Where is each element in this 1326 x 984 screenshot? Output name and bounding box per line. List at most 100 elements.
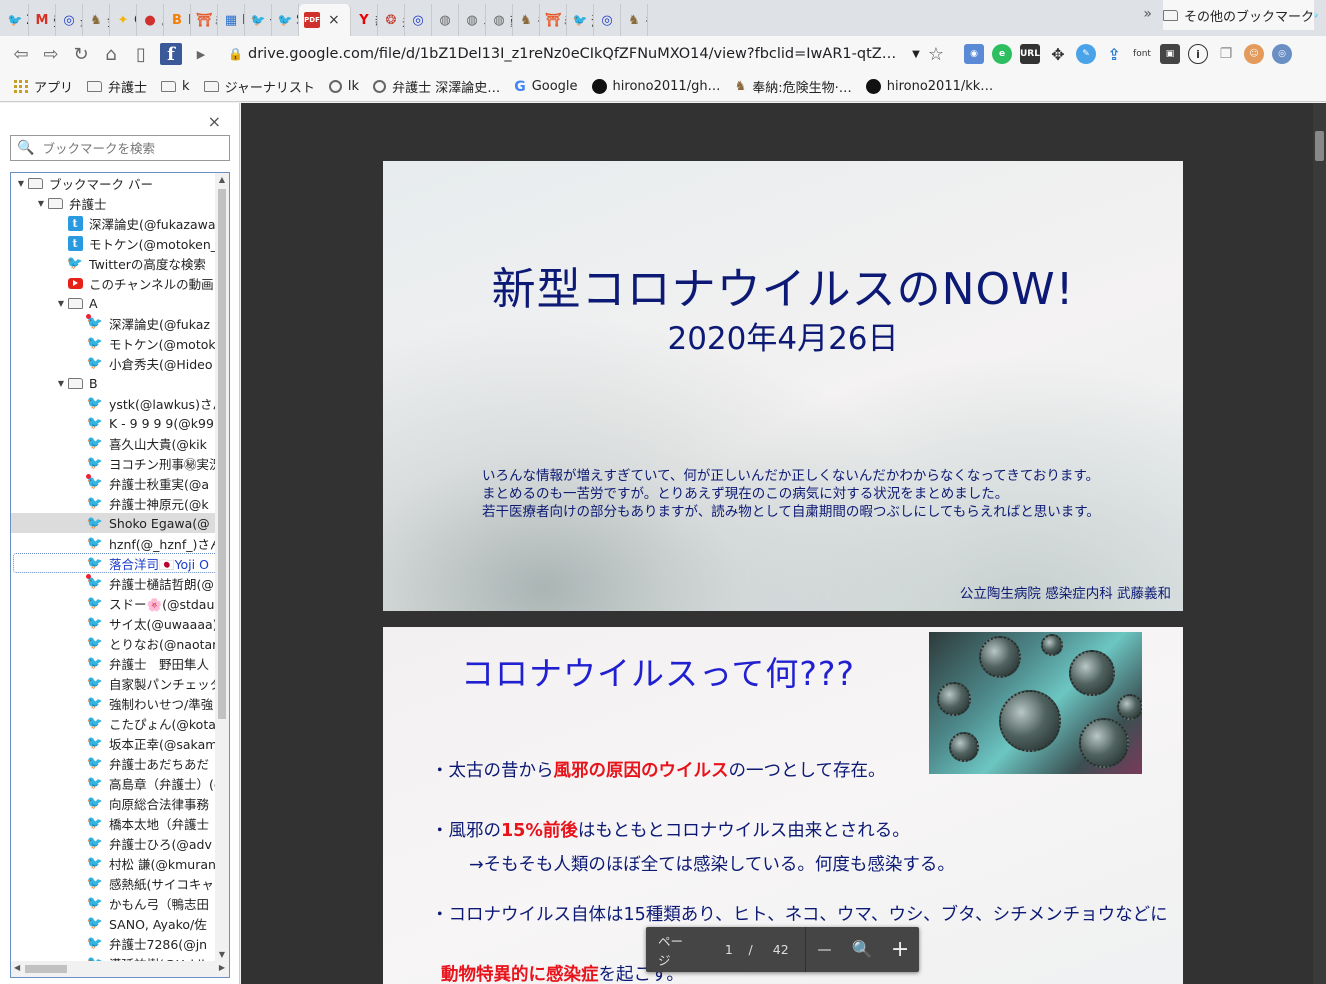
bookmark-2[interactable]: k [161,79,190,94]
tree-bookmark[interactable]: 🐦 弁護士秋重実(@a [11,473,215,493]
facebook-icon[interactable]: f [160,43,182,65]
bookmark-star-icon[interactable]: ☆ [928,44,944,65]
bookmark-search-box[interactable]: 🔍 [10,135,230,161]
expand-toggle-icon[interactable]: ▼ [55,379,67,388]
toolbar-more-icon[interactable]: ▶ [190,43,212,65]
bookmark-9[interactable]: hirono2011/kk… [865,79,993,94]
tree-bookmark[interactable]: 🐦 喜久山大貴(@kik [11,433,215,453]
move-ext-icon[interactable]: ✥ [1048,44,1068,64]
zoom-in-button[interactable]: + [881,927,919,972]
tab-21[interactable]: ◎ コロ [594,4,621,36]
tree-bookmark[interactable]: 🐦 とりなお(@naotar [11,633,215,653]
home-button[interactable]: ⌂ [100,43,122,65]
expand-toggle-icon[interactable]: ▼ [35,199,47,208]
tree-vertical-scrollbar[interactable]: ▲ ▼ [215,173,229,961]
info-ext-icon[interactable]: i [1188,44,1208,64]
tab-7[interactable]: ⛩奉納 [191,4,218,36]
share-ext-icon[interactable]: ⇪ [1104,44,1124,64]
scroll-down-icon[interactable]: ▼ [215,950,229,959]
tab-1[interactable]: M受信 [29,4,56,36]
tree-bookmark[interactable]: 🐦 スドー🌸(@stdau [11,593,215,613]
tab-0[interactable]: 🐦281 [2,4,29,36]
tree-bookmark[interactable]: このチャンネルの動画 [11,273,215,293]
tab-18[interactable]: ♞ ## [513,4,540,36]
hscroll-thumb[interactable] [25,965,67,973]
tab-9[interactable]: 🐦つま [245,4,272,36]
bookmark-panel-icon[interactable]: ▯ [130,43,152,65]
tab-13[interactable]: ❂ 弁護 [378,4,405,36]
copy-ext-icon[interactable]: ❐ [1216,44,1236,64]
camera-ext-icon[interactable]: ▣ [1160,44,1180,64]
tree-bookmark[interactable]: 🐦 ヨコチン刑事㊙実況 [11,453,215,473]
tree-bookmark[interactable]: 🐦 K - 9 9 9 9(@k99 [11,413,215,433]
bookmark-0[interactable]: アプリ [14,77,73,96]
back-button[interactable]: ⇦ [10,43,32,65]
bookmark-6[interactable]: G Google [514,79,577,95]
tree-bookmark[interactable]: 🐦 Twitterの高度な検索 [11,253,215,273]
tree-bookmark[interactable]: 🐦 サイ太(@uwaaaa) [11,613,215,633]
evernote-ext-icon[interactable]: e [992,44,1012,64]
tree-folder[interactable]: ▼ A [11,293,215,313]
forward-button[interactable]: ⇨ [40,43,62,65]
tree-bookmark[interactable]: 🐦 SANO, Ayako/佐 [11,913,215,933]
zoom-out-button[interactable]: — [806,927,844,972]
bookmarks-overflow-button[interactable]: » [1143,6,1152,22]
tree-bookmark[interactable]: 🐦 高島章（弁護士）(@ [11,773,215,793]
tab-5[interactable]: ● あた [137,4,164,36]
tree-bookmark[interactable]: 🐦 弁護士樋詰哲朗(@ [11,573,215,593]
tab-4[interactable]: ✦ Goo [110,4,137,36]
tab-10[interactable]: 🐦Sho [272,4,299,36]
tab-22[interactable]: ♞ ## [621,4,648,36]
tree-bookmark[interactable]: 🐦 村松 謙(@kmuran [11,853,215,873]
tree-bookmark[interactable]: 🐦溝延祐樹(@Yukil [11,953,215,962]
url-text[interactable]: drive.google.com/file/d/1bZ1Del13I_z1reN… [248,46,904,62]
tab-12[interactable]: Y 新型 [351,4,378,36]
expand-toggle-icon[interactable]: ▼ [15,179,27,188]
bookmark-8[interactable]: ♞ 奉納:危険生物·… [735,77,852,96]
tree-bookmark[interactable]: 🐦 弁護士7286(@jn [11,933,215,953]
tree-bookmark[interactable]: t モトケン(@motoken_ [11,233,215,253]
binoculars-ext-icon[interactable]: ◉ [964,44,984,64]
tree-bookmark[interactable]: 🐦 モトケン(@motok [11,333,215,353]
tree-bookmark[interactable]: 🐦 感熱紙(サイコキャ [11,873,215,893]
reload-button[interactable]: ↻ [70,43,92,65]
tab-11[interactable]: PDF × [299,4,351,36]
viewer-scrollbar[interactable] [1313,103,1326,984]
tab-8[interactable]: ▦ NH [218,4,245,36]
tab-3[interactable]: ♞ 金沢 [83,4,110,36]
tab-16[interactable]: ◍ ネッ [459,4,486,36]
tree-folder[interactable]: ▼ B [11,373,215,393]
font-ext-icon[interactable]: font [1132,44,1152,64]
bookmark-3[interactable]: ジャーナリスト [203,77,315,96]
bookmark-1[interactable]: 弁護士 [87,77,147,96]
tree-bookmark[interactable]: 🐦 hznf(@_hznf_)さん [11,533,215,553]
bookmark-5[interactable]: 弁護士 深澤論史… [373,77,500,96]
tree-folder[interactable]: ▼ 弁護士 [11,193,215,213]
tab-17[interactable]: ◍ 勤務 [486,4,513,36]
globe-ext-icon[interactable]: ◎ [1272,44,1292,64]
tree-bookmark[interactable]: 🐦 橋本太地（弁護士 [11,813,215,833]
tree-bookmark[interactable]: 🐦 弁護士 野田隼人 [11,653,215,673]
tab-2[interactable]: ◎ 最新 [56,4,83,36]
tree-bookmark[interactable]: 🐦 弁護士あだちあだ [11,753,215,773]
tab-14[interactable]: ◎ コロ [405,4,432,36]
viewer-scroll-thumb[interactable] [1315,131,1324,161]
tree-horizontal-scrollbar[interactable]: ◀ ▶ [11,961,229,977]
tree-bookmark[interactable]: 🐦 小倉秀夫(@Hideo [11,353,215,373]
scroll-up-icon[interactable]: ▲ [215,175,229,184]
bookmark-7[interactable]: hirono2011/gh… [591,79,721,94]
tree-bookmark[interactable]: 🐦 強制わいせつ/準強 [11,693,215,713]
tree-bookmark[interactable]: 🐦 弁護士ひろ(@adv [11,833,215,853]
url-dropdown-icon[interactable]: ▼ [912,49,920,60]
tree-bookmark[interactable]: t 深澤論史(@fukazawa [11,213,215,233]
tree-bookmark[interactable]: 🐦 深澤論史(@fukaz [11,313,215,333]
feather-ext-icon[interactable]: ✎ [1076,44,1096,64]
url-ext-icon[interactable]: URL [1020,44,1040,64]
tree-bookmark[interactable]: 🐦 かもん弓（鴨志田 [11,893,215,913]
close-tab-button[interactable]: × [328,12,340,28]
tree-bookmark[interactable]: 🐦 向原総合法律事務 [11,793,215,813]
tree-bookmark[interactable]: 🐦 坂本正幸(@sakam [11,733,215,753]
address-bar[interactable]: 🔒 drive.google.com/file/d/1bZ1Del13I_z1r… [220,40,952,68]
other-bookmarks[interactable]: その他のブックマーク [1162,0,1314,30]
tree-bookmark[interactable]: 🐦 ystk(@lawkus)さん [11,393,215,413]
